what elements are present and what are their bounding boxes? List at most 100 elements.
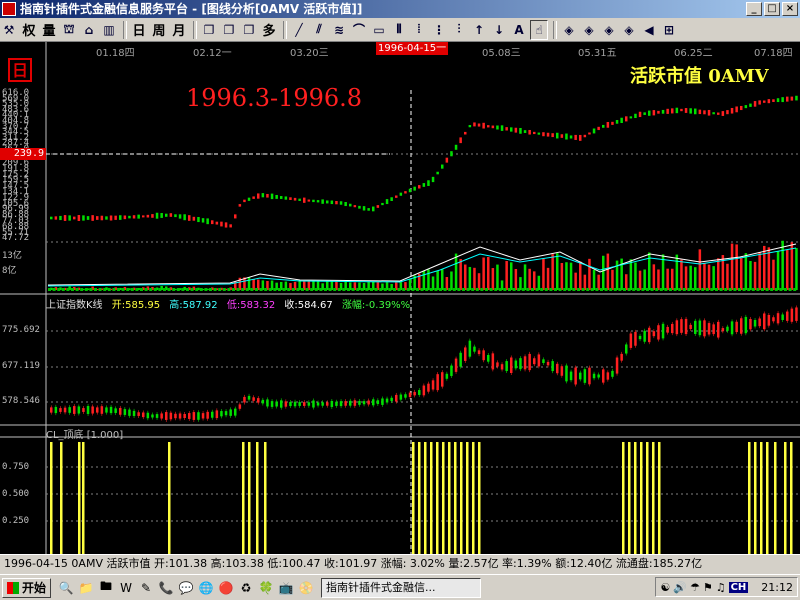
price-candle	[178, 214, 182, 219]
zoom-icon[interactable]: ⊞	[660, 20, 678, 40]
ime-indicator[interactable]: CH	[728, 581, 749, 593]
more-button[interactable]: 多	[260, 20, 278, 40]
taskbar-app-button[interactable]: 指南针插件式金融信...	[321, 577, 482, 598]
quick-launch-icon[interactable]: 🔴	[217, 579, 235, 597]
price-candle	[243, 199, 246, 203]
change-value: 涨幅:-0.39%%	[341, 300, 411, 311]
ticks-icon[interactable]: ⫶	[450, 20, 468, 40]
volume-bar	[441, 269, 444, 290]
price-candle	[339, 201, 343, 205]
tray-icon[interactable]: ⚑	[703, 581, 713, 594]
month-button[interactable]: 月	[170, 20, 188, 40]
quick-launch-icon[interactable]: 💬	[177, 579, 195, 597]
quick-launch-icon[interactable]: ♻	[237, 579, 255, 597]
price-candle	[588, 132, 591, 135]
up-arrow-icon[interactable]: ↑	[470, 20, 488, 40]
volume-baseline-dot	[305, 288, 309, 291]
volume-bar	[588, 258, 591, 290]
window-3-icon[interactable]: ❐	[240, 20, 258, 40]
clock: 21:12	[761, 580, 793, 594]
window-2-icon[interactable]: ❐	[220, 20, 238, 40]
start-button[interactable]: 开始	[2, 577, 52, 598]
volume-baseline-dot	[756, 288, 760, 291]
volume-baseline-dot	[747, 288, 751, 291]
price-candle	[234, 214, 237, 219]
volume-button[interactable]: 量	[40, 20, 58, 40]
tray-icon[interactable]: ♫	[716, 581, 726, 594]
tray-icon[interactable]: ☯	[660, 581, 670, 594]
diamond-4-icon[interactable]: ◈	[620, 20, 638, 40]
quick-launch-icon[interactable]: 📺	[277, 579, 295, 597]
fan-icon[interactable]: ≋	[330, 20, 348, 40]
quick-launch-icon[interactable]: 🌐	[197, 579, 215, 597]
volume-bar	[730, 243, 734, 290]
maximize-button[interactable]: □	[764, 2, 780, 16]
price-candle	[105, 216, 108, 220]
text-icon[interactable]: A	[510, 20, 528, 40]
arrow-left-icon[interactable]: ◀	[640, 20, 658, 40]
volume-bar	[537, 275, 541, 290]
volume-bar	[634, 262, 637, 290]
volume-bar	[542, 258, 545, 290]
app-icon[interactable]	[2, 2, 16, 16]
volume-baseline-dot	[650, 288, 654, 291]
volume-baseline-dot	[66, 288, 70, 291]
home-icon[interactable]: ⌂	[80, 20, 98, 40]
tray-icon[interactable]: ☂	[690, 581, 700, 594]
price-candle	[726, 110, 729, 115]
volume-baseline-dot	[678, 288, 682, 291]
line-icon[interactable]: ╱	[290, 20, 308, 40]
quick-launch-icon[interactable]: 🖿	[97, 579, 115, 597]
quick-launch-icon[interactable]: 📁	[77, 579, 95, 597]
down-arrow-icon[interactable]: ↓	[490, 20, 508, 40]
price-candle	[698, 109, 702, 115]
price-candle	[427, 180, 430, 186]
rect-icon[interactable]: ▭	[370, 20, 388, 40]
price-candle	[91, 215, 94, 221]
price-candle	[63, 215, 67, 221]
volume-baseline-dot	[692, 288, 695, 291]
tray-icon[interactable]: 🔊	[673, 581, 687, 594]
minimize-button[interactable]: _	[746, 2, 762, 16]
osc-spike	[454, 442, 457, 554]
volume-bar	[556, 253, 559, 290]
period-icon[interactable]: 日	[8, 58, 32, 82]
week-button[interactable]: 周	[150, 20, 168, 40]
bars-icon[interactable]: ▥	[100, 20, 118, 40]
volume-bar	[652, 264, 656, 290]
price-candle	[192, 216, 196, 221]
price-candle	[638, 111, 642, 118]
pointer-icon[interactable]: ☝	[530, 19, 548, 40]
quick-launch-icon[interactable]: ✎	[137, 579, 155, 597]
diamond-1-icon[interactable]: ◈	[560, 20, 578, 40]
price-candle	[620, 117, 623, 123]
right-button[interactable]: 权	[20, 20, 38, 40]
price-candle	[740, 105, 743, 111]
quick-launch-icon[interactable]: 🍀	[257, 579, 275, 597]
lock-icon[interactable]: ⛫	[60, 20, 78, 40]
diamond-3-icon[interactable]: ◈	[600, 20, 618, 40]
price-candle	[100, 215, 104, 221]
window-1-icon[interactable]: ❐	[200, 20, 218, 40]
price-candle	[661, 109, 665, 114]
cycle-icon[interactable]: ⋮	[430, 20, 448, 40]
close-button[interactable]: ×	[782, 2, 798, 16]
price-candle	[500, 125, 504, 131]
parallel-icon[interactable]: ⫽	[310, 20, 328, 40]
diamond-2-icon[interactable]: ◈	[580, 20, 598, 40]
volume-baseline-dot	[567, 288, 571, 291]
osc-spike	[256, 442, 259, 554]
vlines-icon[interactable]: ⦀	[390, 20, 408, 40]
arc-icon[interactable]: ⌒	[350, 20, 368, 40]
price-candle	[165, 213, 168, 217]
quick-launch-icon[interactable]: W	[117, 579, 135, 597]
volume-bar	[689, 265, 692, 290]
day-button[interactable]: 日	[130, 20, 148, 40]
quick-launch-icon[interactable]: 🔍	[57, 579, 75, 597]
quick-launch-icon[interactable]: 📀	[297, 579, 315, 597]
chart-area[interactable]: 01.18四 02.12一 03.20三 05.08三 05.31五 06.25二 07.1…	[0, 42, 800, 554]
stock-icon[interactable]: ⚒	[0, 20, 18, 40]
volume-baseline-dot	[333, 288, 337, 291]
quick-launch-icon[interactable]: 📞	[157, 579, 175, 597]
grid-icon[interactable]: ⦙	[410, 20, 428, 40]
